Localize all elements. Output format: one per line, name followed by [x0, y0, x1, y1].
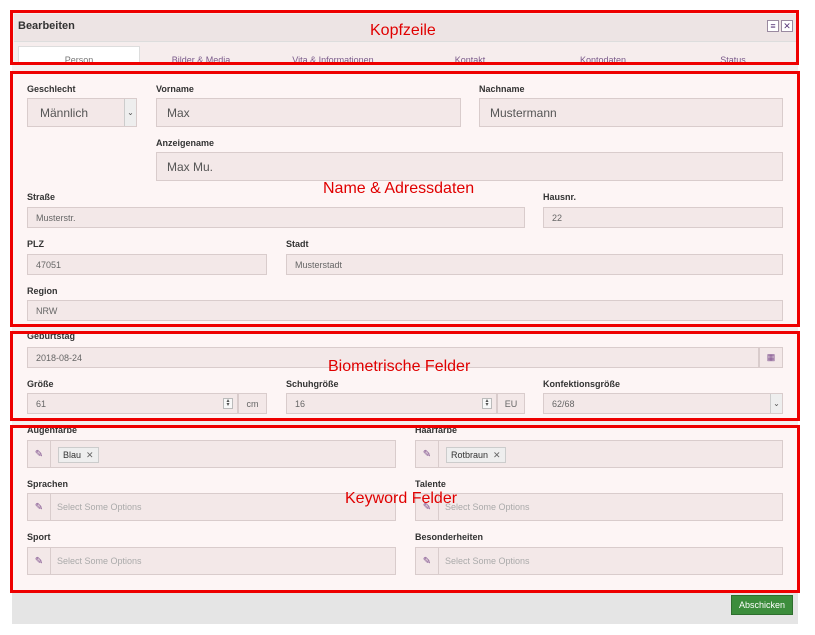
panel-footer — [12, 592, 798, 624]
annotation-box-keyword — [10, 425, 800, 593]
annotation-box-name-adress — [10, 71, 800, 327]
annotation-kopfzeile: Kopfzeile — [370, 22, 436, 39]
annotation-biometrisch: Biometrische Felder — [328, 358, 471, 375]
annotation-box-biometrisch — [10, 331, 800, 421]
submit-button[interactable]: Abschicken — [731, 595, 793, 615]
annotation-name-adress: Name & Adressdaten — [323, 180, 475, 197]
annotation-keyword: Keyword Felder — [345, 490, 458, 507]
